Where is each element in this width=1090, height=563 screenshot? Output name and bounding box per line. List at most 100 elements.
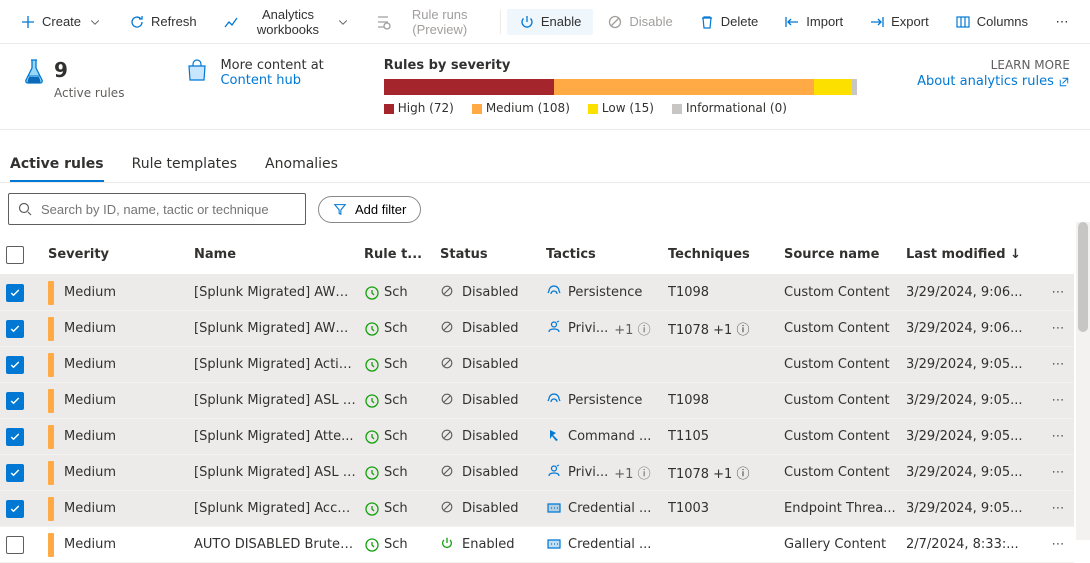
more-button[interactable]: ⋯ <box>1042 9 1082 35</box>
row-more-button[interactable]: ⋯ <box>1040 465 1076 480</box>
tactic-icon <box>546 427 562 447</box>
add-filter-button[interactable]: Add filter <box>318 196 421 223</box>
tactic-icon <box>546 463 562 483</box>
severity-bar <box>384 79 857 95</box>
analytics-workbooks-button[interactable]: Analytics workbooks <box>211 2 362 42</box>
modified-cell: 3/29/2024, 9:05... <box>906 393 1040 408</box>
legend-medium: Medium (108) <box>472 101 570 115</box>
table-row[interactable]: Medium[Splunk Migrated] Activ...SchDisab… <box>0 347 1074 383</box>
table-row[interactable]: Medium[Splunk Migrated] Acces...SchDisab… <box>0 491 1074 527</box>
content-hub-link[interactable]: Content hub <box>220 73 301 88</box>
severity-pill <box>48 497 54 521</box>
header-severity[interactable]: Severity <box>48 247 194 262</box>
row-checkbox[interactable] <box>6 536 24 554</box>
select-all-checkbox[interactable] <box>6 246 24 264</box>
learn-more-label: LEARN MORE <box>917 58 1070 72</box>
header-status[interactable]: Status <box>440 247 546 262</box>
disabled-icon <box>440 428 454 446</box>
enabled-icon <box>440 536 454 554</box>
tactics-cell: Privi... +1 ⓘ <box>546 319 668 339</box>
disable-button: Disable <box>595 9 684 35</box>
severity-cell: Medium <box>48 389 194 413</box>
tab-rule-templates[interactable]: Rule templates <box>132 148 237 182</box>
row-checkbox[interactable] <box>6 428 24 446</box>
name-cell: [Splunk Migrated] ASL A... <box>194 465 364 480</box>
row-more-button[interactable]: ⋯ <box>1040 537 1076 552</box>
tab-active-rules[interactable]: Active rules <box>10 148 104 182</box>
table-row[interactable]: Medium[Splunk Migrated] AWS ...SchDisabl… <box>0 275 1074 311</box>
enable-label: Enable <box>541 14 581 29</box>
search-input[interactable] <box>41 202 297 217</box>
table-row[interactable]: Medium[Splunk Migrated] Atte...SchDisabl… <box>0 419 1074 455</box>
rule-type-cell: Sch <box>364 321 440 337</box>
about-analytics-link[interactable]: About analytics rules <box>917 74 1070 89</box>
row-checkbox[interactable] <box>6 464 24 482</box>
export-label: Export <box>891 14 929 29</box>
create-button[interactable]: Create <box>8 9 115 35</box>
modified-cell: 3/29/2024, 9:05... <box>906 429 1040 444</box>
severity-pill <box>48 533 54 557</box>
header-modified[interactable]: Last modified ↓ <box>906 247 1040 262</box>
trash-icon <box>699 14 715 30</box>
header-techniques[interactable]: Techniques <box>668 247 784 262</box>
clock-icon <box>364 393 380 409</box>
tab-bar: Active rules Rule templates Anomalies <box>0 148 1090 183</box>
rule-type-cell: Sch <box>364 393 440 409</box>
import-icon <box>784 14 800 30</box>
active-rules-count: 9 <box>54 58 124 82</box>
flask-icon <box>22 58 46 86</box>
techniques-cell: T1105 <box>668 429 784 444</box>
clock-icon <box>364 429 380 445</box>
divider <box>500 10 501 34</box>
techniques-cell: T1078 +1 ⓘ <box>668 319 784 338</box>
row-more-button[interactable]: ⋯ <box>1040 429 1076 444</box>
import-button[interactable]: Import <box>772 9 855 35</box>
header-source[interactable]: Source name <box>784 247 906 262</box>
row-checkbox[interactable] <box>6 500 24 518</box>
create-label: Create <box>42 14 81 29</box>
status-cell: Disabled <box>440 500 546 518</box>
vertical-scrollbar[interactable] <box>1076 222 1090 540</box>
header-name[interactable]: Name <box>194 247 364 262</box>
search-box[interactable] <box>8 193 306 225</box>
row-more-button[interactable]: ⋯ <box>1040 501 1076 516</box>
delete-button[interactable]: Delete <box>687 9 771 35</box>
rule-type-cell: Sch <box>364 285 440 301</box>
techniques-cell: T1098 <box>668 285 784 300</box>
table-row[interactable]: Medium[Splunk Migrated] ASL A...SchDisab… <box>0 455 1074 491</box>
columns-label: Columns <box>977 14 1028 29</box>
tactics-cell: Credential ... <box>546 535 668 555</box>
columns-button[interactable]: Columns <box>943 9 1040 35</box>
header-rule-type[interactable]: Rule t... <box>364 247 440 262</box>
table-row[interactable]: Medium[Splunk Migrated] AWS ...SchDisabl… <box>0 311 1074 347</box>
header-tactics[interactable]: Tactics <box>546 247 668 262</box>
enable-button[interactable]: Enable <box>507 9 593 35</box>
table-row[interactable]: Medium[Splunk Migrated] ASL A...SchDisab… <box>0 383 1074 419</box>
row-checkbox[interactable] <box>6 320 24 338</box>
row-checkbox[interactable] <box>6 284 24 302</box>
status-cell: Disabled <box>440 284 546 302</box>
import-label: Import <box>806 14 843 29</box>
tab-anomalies[interactable]: Anomalies <box>265 148 338 182</box>
row-checkbox[interactable] <box>6 356 24 374</box>
row-more-button[interactable]: ⋯ <box>1040 393 1076 408</box>
row-more-button[interactable]: ⋯ <box>1040 285 1076 300</box>
name-cell: [Splunk Migrated] AWS ... <box>194 321 364 336</box>
name-cell: [Splunk Migrated] Activ... <box>194 357 364 372</box>
source-cell: Custom Content <box>784 285 906 300</box>
refresh-button[interactable]: Refresh <box>117 9 209 35</box>
row-checkbox[interactable] <box>6 392 24 410</box>
row-more-button[interactable]: ⋯ <box>1040 357 1076 372</box>
delete-label: Delete <box>721 14 759 29</box>
grid-header: Severity Name Rule t... Status Tactics T… <box>0 235 1074 275</box>
export-button[interactable]: Export <box>857 9 941 35</box>
scrollbar-thumb[interactable] <box>1078 222 1088 332</box>
disabled-icon <box>440 320 454 338</box>
table-row[interactable]: MediumAUTO DISABLED Brute F...SchEnabled… <box>0 527 1074 563</box>
source-cell: Custom Content <box>784 321 906 336</box>
tactic-icon <box>546 535 562 555</box>
row-more-button[interactable]: ⋯ <box>1040 321 1076 336</box>
rule-type-cell: Sch <box>364 429 440 445</box>
status-cell: Disabled <box>440 356 546 374</box>
tactics-cell: Privi... +1 ⓘ <box>546 463 668 483</box>
